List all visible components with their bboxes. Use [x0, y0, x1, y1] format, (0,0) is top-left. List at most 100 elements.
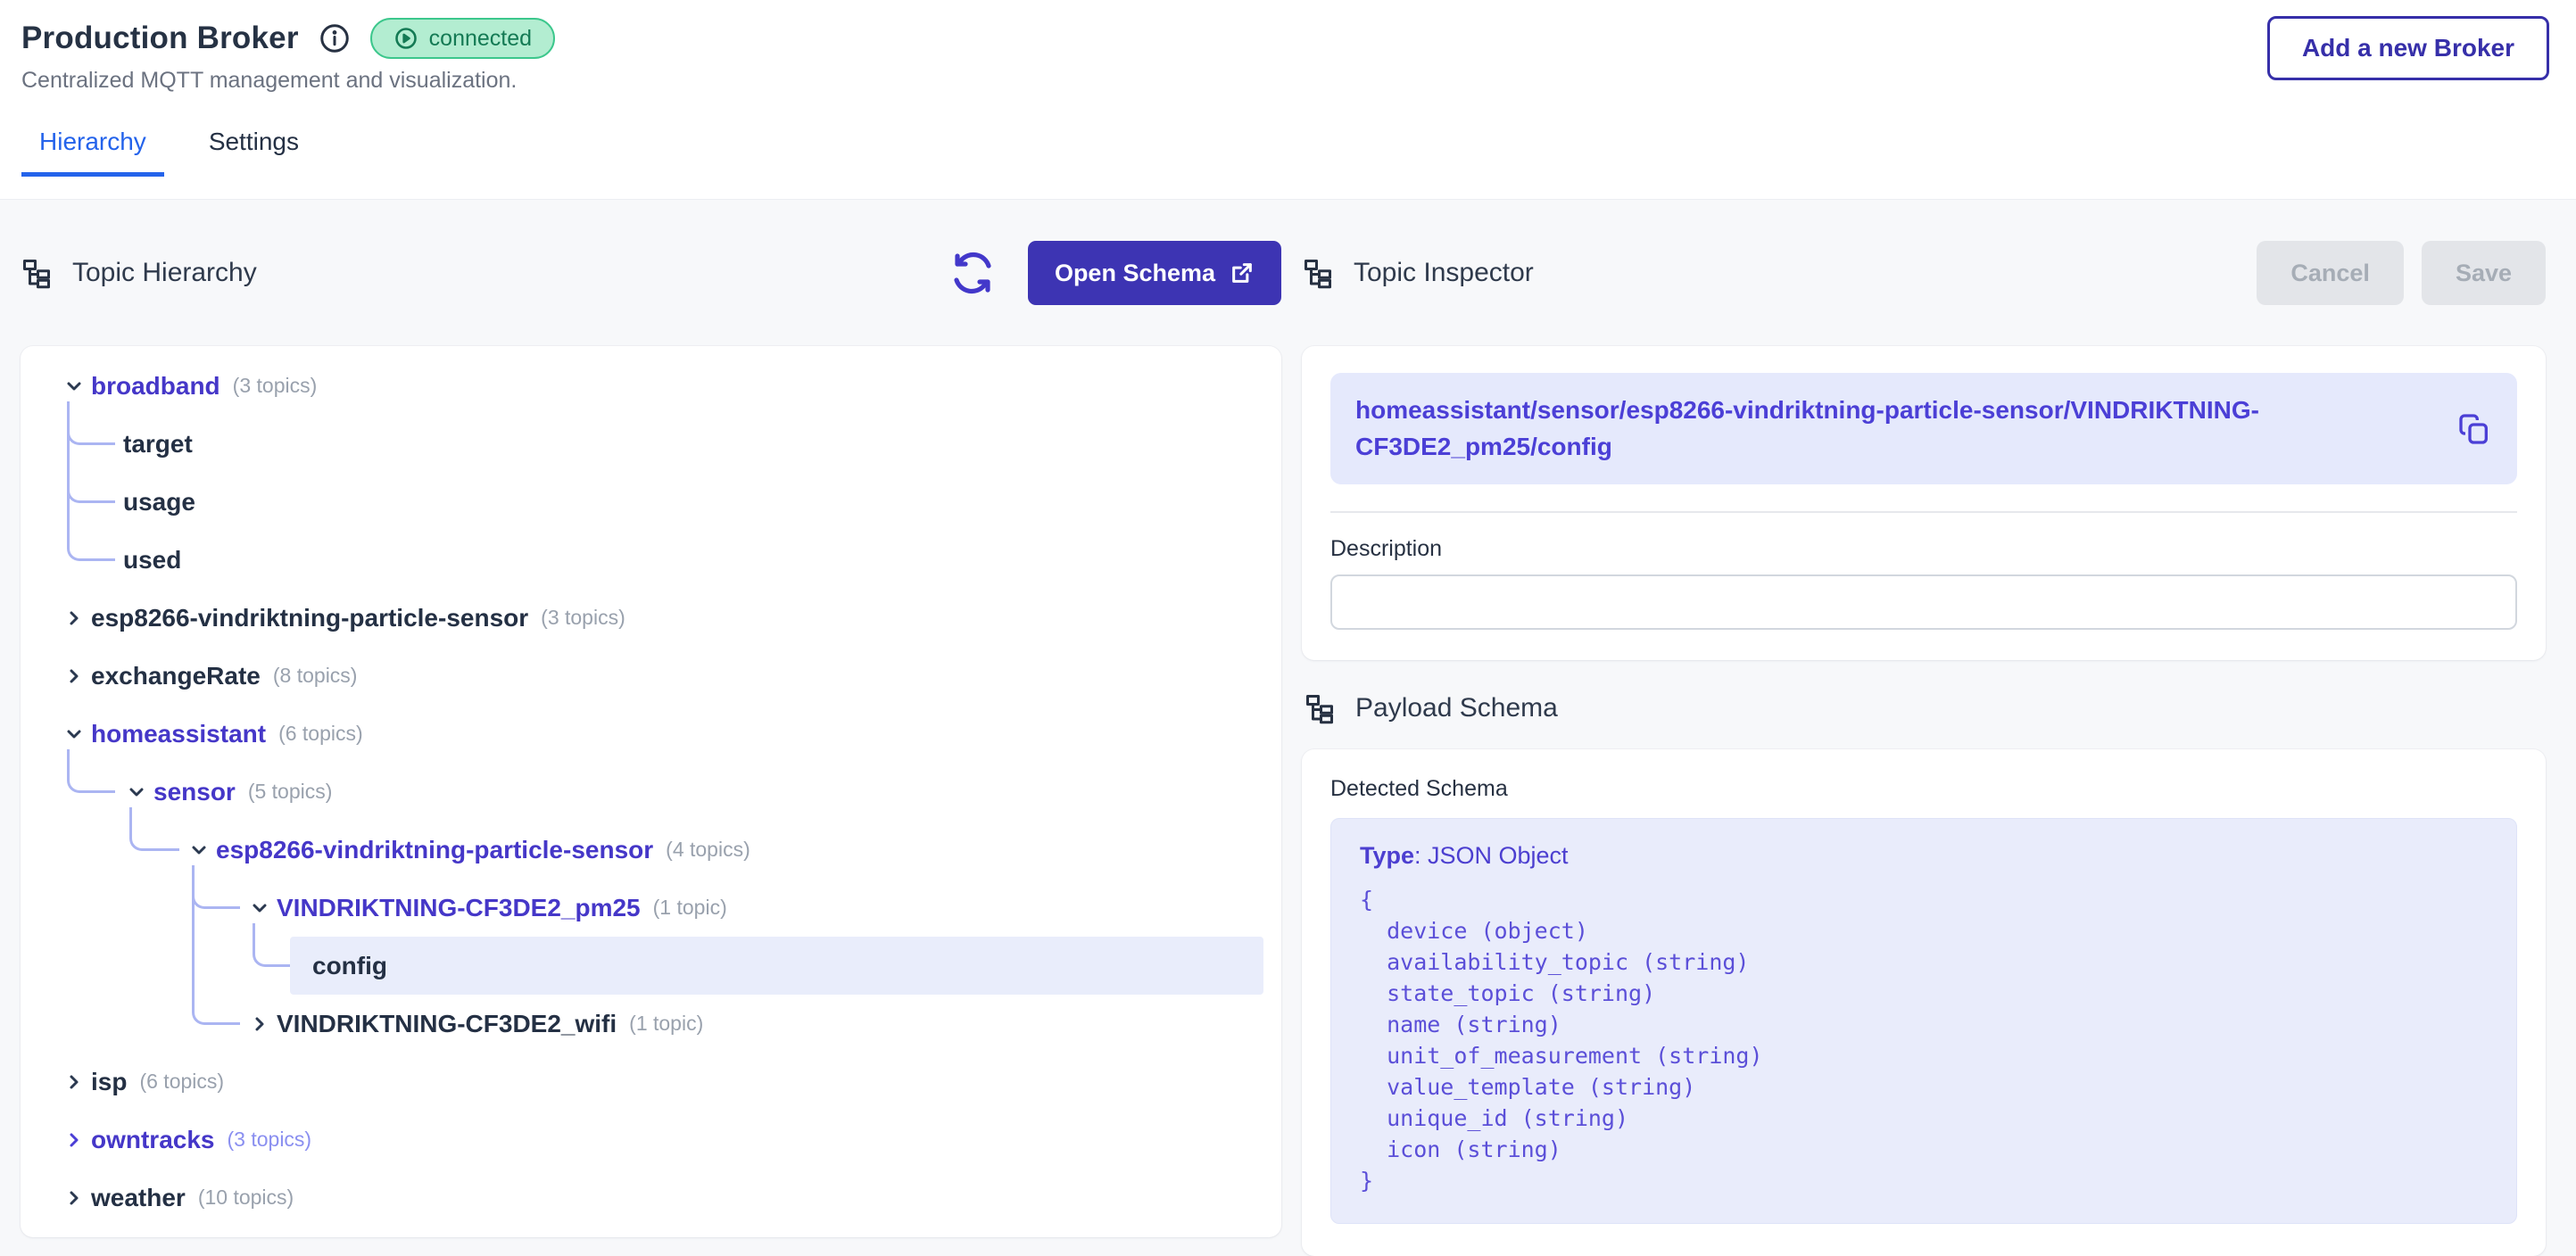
chevron-down-icon[interactable]	[61, 373, 87, 400]
tree-row-config-selected[interactable]: config	[21, 937, 1281, 995]
hierarchy-icon	[1304, 692, 1336, 724]
payload-schema-card: Detected Schema Type: JSON Object { devi…	[1302, 749, 2546, 1256]
topic-count: (3 topics)	[233, 374, 318, 398]
schema-line: availability_topic (string)	[1360, 946, 2488, 978]
status-badge: connected	[370, 18, 555, 59]
tree-row-esp8266-nested[interactable]: esp8266-vindriktning-particle-sensor (4 …	[21, 821, 1281, 879]
inspector-panel-title: Topic Inspector	[1354, 258, 1534, 288]
tree-row-vindriktning-wifi[interactable]: VINDRIKTNING-CF3DE2_wifi (1 topic)	[21, 995, 1281, 1053]
tree-row-vindriktning-pm25[interactable]: VINDRIKTNING-CF3DE2_pm25 (1 topic)	[21, 879, 1281, 937]
schema-line: state_topic (string)	[1360, 978, 2488, 1009]
cancel-button[interactable]: Cancel	[2257, 241, 2404, 305]
add-broker-button[interactable]: Add a new Broker	[2267, 16, 2549, 80]
schema-type-line: Type: JSON Object	[1360, 842, 2488, 870]
topic-count: (3 topics)	[228, 1128, 312, 1152]
tree-label: isp	[91, 1068, 127, 1096]
tree-row-used[interactable]: used	[21, 531, 1281, 589]
chevron-down-icon[interactable]	[246, 895, 273, 921]
page-title: Production Broker	[21, 21, 299, 56]
tree-label: config	[21, 952, 387, 980]
tree-row-homeassistant[interactable]: homeassistant (6 topics)	[21, 705, 1281, 763]
schema-line: value_template (string)	[1360, 1071, 2488, 1103]
chevron-down-icon[interactable]	[123, 779, 150, 806]
topic-count: (1 topic)	[653, 896, 727, 920]
chevron-down-icon[interactable]	[186, 837, 212, 864]
tab-settings[interactable]: Settings	[191, 120, 317, 177]
tree-label: broadband	[91, 372, 220, 401]
hierarchy-column: Topic Hierarchy Open Schema	[21, 241, 1281, 1256]
copy-icon[interactable]	[2456, 411, 2492, 447]
tree-label: weather	[91, 1184, 186, 1212]
tab-hierarchy[interactable]: Hierarchy	[21, 120, 164, 177]
tree-row-owntracks[interactable]: owntracks (3 topics)	[21, 1111, 1281, 1169]
payload-schema-header: Payload Schema	[1304, 692, 2546, 724]
tree-label: exchangeRate	[91, 662, 261, 690]
chevron-down-icon[interactable]	[61, 721, 87, 748]
open-schema-button[interactable]: Open Schema	[1028, 241, 1281, 305]
tree-label: owntracks	[91, 1126, 215, 1154]
topic-count: (3 topics)	[541, 606, 625, 630]
payload-schema-title: Payload Schema	[1355, 693, 1558, 723]
selected-row-highlight	[290, 937, 1263, 995]
tree-row-sensor[interactable]: sensor (5 topics)	[21, 763, 1281, 821]
schema-line: unit_of_measurement (string)	[1360, 1040, 2488, 1071]
app-header: Production Broker connected Centralized …	[0, 0, 2576, 200]
description-label: Description	[1330, 536, 2517, 562]
inspector-card: homeassistant/sensor/esp8266-vindriktnin…	[1302, 346, 2546, 660]
topic-count: (5 topics)	[248, 780, 333, 804]
refresh-button[interactable]	[951, 252, 994, 294]
tree-row-exchangerate[interactable]: exchangeRate (8 topics)	[21, 647, 1281, 705]
chevron-right-icon[interactable]	[61, 1069, 87, 1095]
title-row: Production Broker connected	[21, 18, 2549, 59]
chevron-right-icon[interactable]	[61, 1127, 87, 1153]
external-link-icon	[1230, 260, 1255, 285]
schema-line: name (string)	[1360, 1009, 2488, 1040]
topic-count: (6 topics)	[139, 1070, 224, 1094]
hierarchy-panel-title: Topic Hierarchy	[72, 258, 257, 288]
page-subtitle: Centralized MQTT management and visualiz…	[21, 68, 2549, 94]
tree-label: VINDRIKTNING-CF3DE2_wifi	[277, 1010, 617, 1038]
save-button[interactable]: Save	[2422, 241, 2546, 305]
chevron-right-icon[interactable]	[246, 1011, 273, 1037]
chevron-right-icon[interactable]	[61, 1185, 87, 1211]
tree-row-target[interactable]: target	[21, 415, 1281, 473]
hierarchy-icon	[21, 257, 53, 289]
tree-label: esp8266-vindriktning-particle-sensor	[216, 836, 653, 864]
topic-count: (8 topics)	[273, 664, 358, 688]
tree-row-usage[interactable]: usage	[21, 473, 1281, 531]
tree-label: VINDRIKTNING-CF3DE2_pm25	[277, 894, 641, 922]
description-input[interactable]	[1330, 574, 2517, 630]
topic-tree: broadband (3 topics) target usage used e…	[21, 346, 1281, 1237]
detected-schema-label: Detected Schema	[1330, 776, 2517, 802]
tree-label: usage	[123, 488, 195, 516]
schema-line: device (object)	[1360, 915, 2488, 946]
topic-count: (6 topics)	[278, 722, 363, 746]
status-badge-label: connected	[429, 26, 532, 52]
topic-count: (4 topics)	[666, 838, 750, 862]
hierarchy-icon	[1302, 257, 1334, 289]
tree-label: esp8266-vindriktning-particle-sensor	[91, 604, 528, 632]
topic-path: homeassistant/sensor/esp8266-vindriktnin…	[1355, 392, 2456, 465]
tree-label: used	[123, 546, 181, 574]
schema-line: unique_id (string)	[1360, 1103, 2488, 1134]
main-content: Topic Hierarchy Open Schema	[0, 200, 2576, 1256]
topic-tree-card: broadband (3 topics) target usage used e…	[21, 346, 1281, 1237]
chevron-right-icon[interactable]	[61, 663, 87, 690]
tree-row-esp8266-root[interactable]: esp8266-vindriktning-particle-sensor (3 …	[21, 589, 1281, 647]
tree-row-isp[interactable]: isp (6 topics)	[21, 1053, 1281, 1111]
hierarchy-panel-header: Topic Hierarchy Open Schema	[21, 241, 1281, 305]
open-schema-label: Open Schema	[1055, 260, 1215, 287]
schema-type-label: Type	[1360, 842, 1414, 869]
schema-line: {	[1360, 884, 2488, 915]
inspector-panel-header: Topic Inspector Cancel Save	[1302, 241, 2546, 305]
topic-count: (10 topics)	[198, 1186, 294, 1210]
inspector-column: Topic Inspector Cancel Save homeassistan…	[1302, 241, 2546, 1256]
detected-schema-box: Type: JSON Object { device (object) avai…	[1330, 818, 2517, 1224]
tree-row-weather[interactable]: weather (10 topics)	[21, 1169, 1281, 1227]
info-icon[interactable]	[319, 22, 351, 54]
schema-line: icon (string)	[1360, 1134, 2488, 1165]
chevron-right-icon[interactable]	[61, 605, 87, 632]
tree-label: target	[123, 430, 193, 459]
divider	[1330, 511, 2517, 513]
tree-row-broadband[interactable]: broadband (3 topics)	[21, 357, 1281, 415]
